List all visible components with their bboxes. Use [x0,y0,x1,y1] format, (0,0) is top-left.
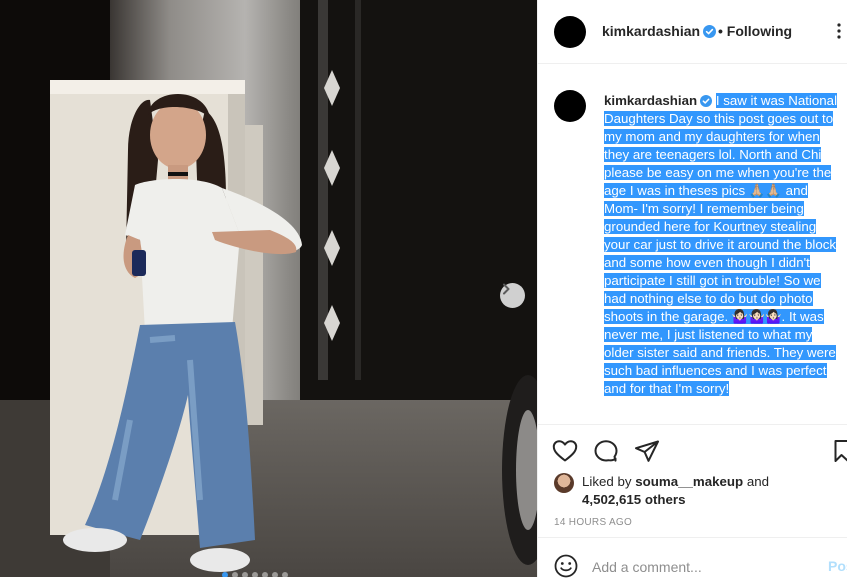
paper-plane-icon[interactable] [634,439,660,463]
carousel-dot [222,572,228,577]
comment-input[interactable] [592,556,812,578]
post-photo [0,0,537,577]
post-actions: Liked by souma__makeup and 4,502,615 oth… [538,424,847,536]
liker-avatar[interactable] [554,473,574,493]
emoji-smile-icon[interactable] [554,554,578,578]
likes-count[interactable]: 4,502,615 others [582,492,686,507]
carousel-dot [262,572,268,577]
liker-username[interactable]: souma__makeup [635,474,743,489]
carousel-dot [232,572,238,577]
liked-by-label: Liked by [582,474,632,489]
following-button[interactable]: • Following [718,23,792,39]
carousel-dot [282,572,288,577]
post-header: kimkardashian • Following [538,0,847,64]
verified-badge-icon [700,95,713,107]
comment-bubble-icon[interactable] [593,439,619,463]
author-username-text[interactable]: kimkardashian [602,23,700,39]
post-caption: kimkardashian I saw it was National Daug… [604,92,838,398]
likes-text: Liked by souma__makeup and 4,502,615 oth… [582,473,769,509]
liked-by-and: and [746,474,770,489]
bookmark-icon[interactable] [834,439,847,463]
add-comment-bar: Post [538,537,847,578]
caption-author-avatar[interactable] [554,90,586,122]
caption-username[interactable]: kimkardashian [604,93,713,108]
caption-area: kimkardashian I saw it was National Daug… [538,64,847,424]
post-image [0,0,537,577]
post-sidebar: kimkardashian • Following kimkardashian … [537,0,847,578]
author-username[interactable]: kimkardashian [602,23,717,39]
chevron-right-icon [503,283,510,295]
author-avatar[interactable] [554,16,586,48]
verified-badge-icon [703,25,717,38]
heart-icon[interactable] [552,439,578,463]
carousel-next-button[interactable] [500,283,525,308]
post-comment-button[interactable]: Post [828,558,847,574]
caption-text: I saw it was National Daughters Day so t… [604,93,838,396]
carousel-dot [242,572,248,577]
carousel-dot [272,572,278,577]
carousel-indicator [222,572,288,577]
more-options-icon[interactable] [836,22,842,40]
carousel-dot [252,572,258,577]
post-timestamp[interactable]: 14 HOURS AGO [554,517,632,528]
caption-username-text[interactable]: kimkardashian [604,93,697,108]
